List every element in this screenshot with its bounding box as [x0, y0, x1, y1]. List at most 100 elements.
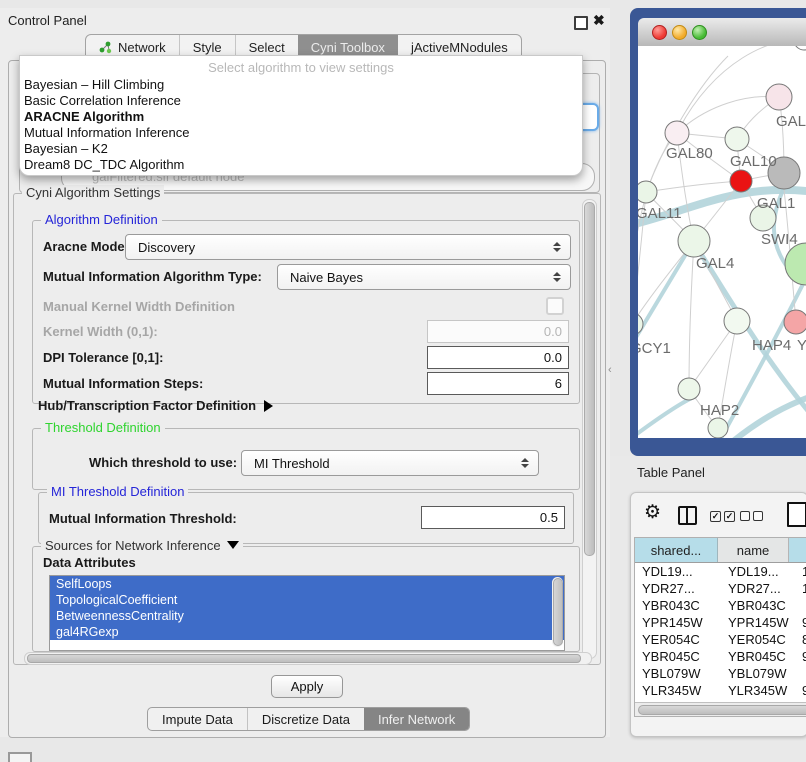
table-row[interactable]: YDR27...YDR27...12 [635, 580, 806, 597]
data-attributes-label: Data Attributes [43, 555, 136, 570]
dpi-tolerance-field[interactable]: 0.0 [427, 346, 569, 369]
mi-algorithm-type-select[interactable]: Naive Bayes [277, 264, 571, 290]
network-edge[interactable] [677, 96, 779, 133]
table-row[interactable]: YDL19...YDL19...13 [635, 563, 806, 580]
bottom-tab-discretize-data[interactable]: Discretize Data [247, 708, 364, 730]
network-node-hap2[interactable] [678, 378, 700, 400]
network-node-gal80[interactable] [665, 121, 689, 145]
dropdown-item[interactable]: Basic Correlation Inference [20, 93, 582, 109]
bottom-tabs: Impute DataDiscretize DataInfer Network [147, 707, 470, 731]
data-attributes-list[interactable]: SelfLoopsTopologicalCoefficientBetweenne… [49, 575, 565, 651]
divider-collapse-icon[interactable]: ‹ [608, 364, 612, 376]
table-cell: YPR145W [635, 615, 724, 630]
mi-threshold-field[interactable]: 0.5 [421, 506, 565, 529]
bottom-tab-impute-data[interactable]: Impute Data [148, 708, 247, 730]
which-threshold-label: Which threshold to use: [89, 455, 237, 470]
dropdown-item[interactable]: Bayesian – K2 [20, 141, 582, 157]
table-cell: YBR045C [724, 649, 798, 664]
mi-algorithm-type-label: Mutual Information Algorithm Type: [43, 269, 262, 284]
panel-title: Control Panel [8, 13, 87, 28]
checked-box-icon: ✓ [710, 511, 721, 522]
table-row[interactable]: YBL079WYBL079W [635, 665, 806, 682]
attribute-item[interactable]: BetweennessCentrality [50, 608, 564, 624]
hub-definition-label: Hub/Transcription Factor Definition [38, 398, 256, 413]
dropdown-item[interactable]: Mutual Information Inference [20, 125, 582, 141]
tab-label: Style [193, 40, 222, 55]
network-node[interactable] [785, 243, 806, 285]
dpi-tolerance-label: DPI Tolerance [0,1]: [43, 350, 163, 365]
mi-steps-field[interactable]: 6 [427, 372, 569, 395]
manual-kernel-checkbox[interactable] [546, 297, 564, 315]
table-header-row: shared...name [635, 538, 806, 563]
table-cell: YER054C [724, 632, 798, 647]
minimize-window-icon[interactable] [672, 25, 687, 40]
table-row[interactable]: YBR043CYBR043C [635, 597, 806, 614]
which-threshold-select[interactable]: MI Threshold [241, 450, 539, 476]
table-hscrollbar-thumb[interactable] [638, 705, 806, 715]
settings-scrollbar-thumb[interactable] [584, 202, 595, 556]
network-edge-thick[interactable] [638, 244, 692, 354]
table-row[interactable]: YBR045CYBR045C9. [635, 648, 806, 665]
apply-button[interactable]: Apply [271, 675, 343, 698]
table-cell: YDR27... [724, 581, 798, 596]
algorithm-dropdown: Select algorithm to view settings Bayesi… [19, 55, 583, 176]
attribute-item[interactable]: SelfLoops [50, 576, 564, 592]
tab-label: Select [249, 40, 285, 55]
hub-definition-toggle[interactable]: Hub/Transcription Factor Definition [38, 398, 273, 413]
settings-scrollbar[interactable] [582, 199, 597, 659]
table-cell: 9. [798, 615, 806, 630]
cyni-settings-title: Cyni Algorithm Settings [22, 185, 164, 200]
network-edge[interactable] [646, 181, 741, 192]
network-node-y[interactable] [784, 310, 806, 334]
table-row[interactable]: YLR345WYLR345W9. [635, 682, 806, 699]
network-node[interactable] [708, 418, 728, 438]
dropdown-item[interactable]: Dream8 DC_TDC Algorithm [20, 157, 582, 173]
network-edge[interactable] [689, 241, 694, 389]
close-window-icon[interactable] [652, 25, 667, 40]
float-panel-icon[interactable] [574, 16, 588, 30]
network-node-gal10[interactable] [725, 127, 749, 151]
dropdown-item[interactable]: Bayesian – Hill Climbing [20, 77, 582, 93]
document-icon[interactable] [787, 502, 806, 527]
zoom-window-icon[interactable] [692, 25, 707, 40]
network-node-gcy1[interactable] [638, 313, 643, 335]
table-cell: YDL19... [635, 564, 724, 579]
node-label: HAP4 [752, 337, 791, 354]
attributes-scrollbar-thumb[interactable] [553, 578, 563, 646]
table-hscrollbar[interactable] [635, 702, 806, 716]
network-node[interactable] [794, 46, 806, 50]
tab-label: Network [118, 40, 166, 55]
network-node-gal11[interactable] [638, 181, 657, 203]
network-node-gal1[interactable] [730, 170, 752, 192]
dropdown-item[interactable]: ARACNE Algorithm [20, 109, 582, 125]
network-canvas[interactable]: GALGAL80GAL10GAL1GAL11SWI4GAL4GCY1HAP4YH… [638, 46, 806, 438]
select-all-icon[interactable]: ✓✓ [710, 511, 735, 522]
mi-threshold-title: MI Threshold Definition [47, 484, 188, 499]
network-window-titlebar[interactable] [638, 18, 806, 47]
aracne-mode-select[interactable]: Discovery [125, 234, 571, 260]
table-row[interactable]: YER054CYER054C8. [635, 631, 806, 648]
network-edge-thick[interactable] [638, 396, 696, 438]
network-node-hap4[interactable] [724, 308, 750, 334]
settings-hscrollbar[interactable] [24, 652, 592, 665]
network-node-gal4[interactable] [678, 225, 710, 257]
columns-icon[interactable] [678, 506, 697, 525]
settings-hscrollbar-thumb[interactable] [27, 654, 581, 663]
node-label: GAL1 [757, 195, 795, 212]
kernel-width-field: 0.0 [427, 320, 569, 343]
close-panel-icon[interactable]: ✖ [593, 12, 605, 29]
attribute-item[interactable]: TopologicalCoefficient [50, 592, 564, 608]
column-header[interactable] [789, 538, 806, 562]
table-cell: YBR043C [635, 598, 724, 613]
column-header-name[interactable]: name [718, 538, 789, 562]
gear-icon[interactable]: ⚙ [644, 501, 661, 524]
bottom-tab-infer-network[interactable]: Infer Network [364, 708, 469, 730]
deselect-all-icon[interactable] [740, 511, 763, 521]
minimized-panel-icon[interactable] [8, 752, 32, 762]
node-label: GCY1 [638, 340, 671, 357]
attributes-scrollbar[interactable] [552, 577, 563, 647]
attribute-item[interactable]: gal4RGexp [50, 624, 564, 640]
column-header-shared[interactable]: shared... [635, 538, 718, 562]
network-node-gal[interactable] [766, 84, 792, 110]
table-row[interactable]: YPR145WYPR145W9. [635, 614, 806, 631]
